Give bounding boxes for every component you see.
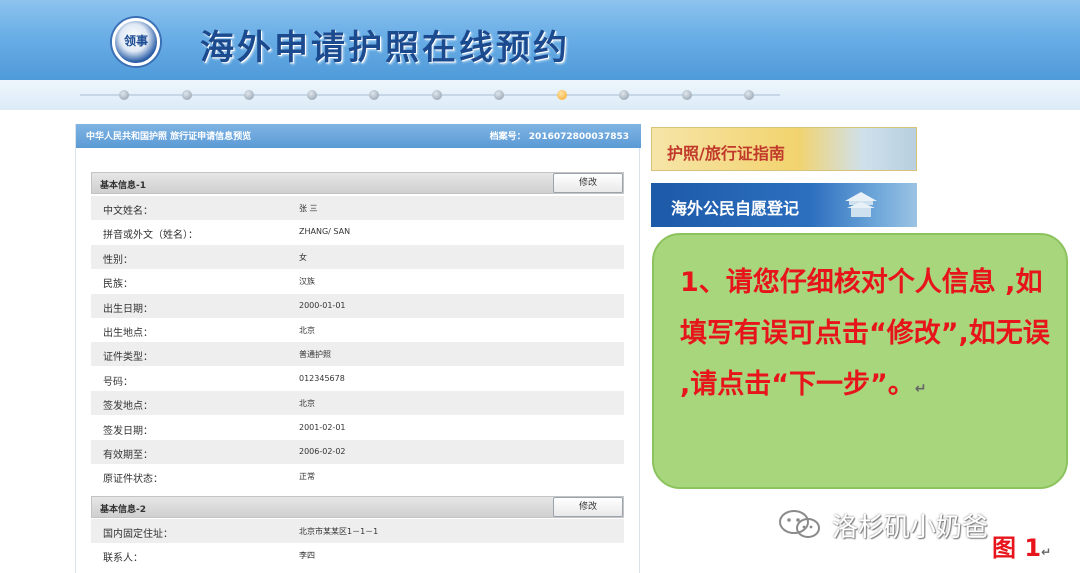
section-label: 基本信息-1 — [100, 181, 146, 191]
field-label: 国内固定住址： — [103, 529, 173, 540]
section-label: 基本信息-2 — [100, 505, 146, 515]
step-dot — [244, 90, 254, 100]
field-label: 原证件状态： — [103, 474, 163, 486]
step-dot — [306, 90, 317, 100]
logo-text: 领事 — [124, 34, 149, 48]
temple-icon — [845, 192, 877, 217]
info-row: 国内固定住址： 北京市某某区1－1－1 — [91, 519, 624, 543]
file-number-label: 档案号： — [489, 132, 526, 142]
field-label: 签发日期： — [103, 425, 153, 437]
field-value: 2001-02-01 — [299, 422, 346, 432]
step-dot — [369, 90, 379, 100]
passport-guide-banner[interactable]: 护照/旅行证指南 — [651, 127, 917, 171]
field-value: 汉族 — [299, 277, 315, 287]
section-basic-info-1: 基本信息-1 — [91, 172, 624, 194]
edit-button-section2[interactable]: 修改 — [553, 497, 623, 517]
panel-title: 中华人民共和国护照 旅行证申请信息预览 — [86, 132, 252, 142]
field-label: 出生地点： — [103, 328, 153, 339]
field-value: 2006-02-02 — [299, 447, 346, 456]
edit-button-section1[interactable]: 修改 — [553, 173, 623, 193]
field-label: 联系人： — [103, 553, 143, 565]
consulate-logo-icon: 领事 — [112, 18, 160, 66]
field-label: 性别： — [103, 254, 133, 266]
banner-label: 海外公民自愿登记 — [671, 199, 800, 218]
field-value: 北京市某某区1－1－1 — [299, 527, 379, 536]
field-label: 号码： — [103, 376, 133, 388]
info-row: 性别： 女 — [91, 244, 624, 269]
field-label: 拼音或外文（姓名）： — [103, 230, 198, 242]
instruction-note: 1、请您仔细核对个人信息 ,如填写有误可点击“修改”,如无误 ,请点击“下一步”… — [652, 233, 1068, 489]
header-bar: 领事 海外申请护照在线预约 — [0, 0, 1080, 80]
banner-label: 护照/旅行证指南 — [667, 144, 785, 163]
info-row: 出生日期： 2000-01-01 — [91, 293, 624, 318]
field-value: 正常 — [299, 472, 315, 482]
step-dot — [744, 90, 754, 100]
field-label: 民族： — [103, 279, 133, 291]
file-number: 档案号： 2016072800037853 — [490, 129, 629, 142]
instruction-text: 1、请您仔细核对个人信息 ,如填写有误可点击“修改”,如无误 ,请点击“下一步”… — [680, 257, 1056, 415]
info-row: 号码： 012345678 — [91, 367, 624, 391]
info-row: 出生地点： 北京 — [91, 318, 624, 342]
info-row: 签发日期： 2001-02-01 — [91, 416, 624, 440]
step-dot — [181, 90, 192, 100]
application-preview-panel: 中华人民共和国护照 旅行证申请信息预览 档案号： 201607280003785… — [75, 124, 641, 573]
step-progress — [0, 80, 1080, 110]
field-value: 普通护照 — [299, 350, 331, 360]
info-row: 原证件状态： 正常 — [91, 464, 624, 488]
field-value: 女 — [299, 252, 307, 262]
field-value: 北京 — [299, 326, 315, 335]
panel-header: 中华人民共和国护照 旅行证申请信息预览 档案号： 201607280003785… — [76, 124, 641, 148]
step-dot — [619, 90, 629, 100]
step-dot — [119, 90, 129, 100]
field-label: 证件类型： — [103, 352, 153, 364]
info-row: 签发地点： 北京 — [91, 391, 624, 416]
field-label: 中文姓名： — [103, 206, 153, 217]
field-value: ZHANG/ SAN — [299, 227, 351, 237]
step-dot — [494, 90, 504, 100]
instruction-text-content: 1、请您仔细核对个人信息 ,如填写有误可点击“修改”,如无误 ,请点击“下一步”… — [680, 267, 1050, 400]
page-title: 海外申请护照在线预约 — [200, 28, 570, 68]
return-mark-icon: ↵ — [1041, 545, 1052, 559]
citizen-registration-banner[interactable]: 海外公民自愿登记 — [651, 183, 917, 227]
file-number-value: 2016072800037853 — [528, 132, 629, 142]
field-value: 李四 — [299, 551, 315, 561]
info-row: 中文姓名： 张 三 — [91, 196, 624, 220]
field-value: 2000-01-01 — [299, 300, 346, 310]
field-value: 012345678 — [299, 373, 345, 383]
wechat-icon — [779, 510, 820, 538]
step-dot — [431, 90, 442, 100]
step-dot — [681, 90, 692, 100]
section-basic-info-2: 基本信息-2 — [91, 496, 624, 518]
field-value: 张 三 — [299, 204, 318, 213]
info-row: 联系人： 李四 — [91, 543, 624, 567]
info-row: 拼音或外文（姓名）： ZHANG/ SAN — [91, 220, 624, 244]
info-row: 有效期至： 2006-02-02 — [91, 440, 624, 464]
step-dot — [556, 90, 567, 100]
field-label: 签发地点： — [103, 401, 153, 413]
field-value: 北京 — [299, 399, 315, 409]
figure-label: 图 1↵ — [992, 528, 1051, 563]
field-label: 有效期至： — [103, 450, 153, 461]
info-row: 证件类型： 普通护照 — [91, 342, 624, 367]
field-label: 出生日期： — [103, 303, 153, 315]
info-row: 民族： 汉族 — [91, 269, 624, 293]
return-mark-icon: ↵ — [914, 381, 927, 397]
figure-label-text: 图 1 — [992, 534, 1042, 562]
watermark-text: 洛杉矶小奶爸 — [832, 513, 989, 543]
